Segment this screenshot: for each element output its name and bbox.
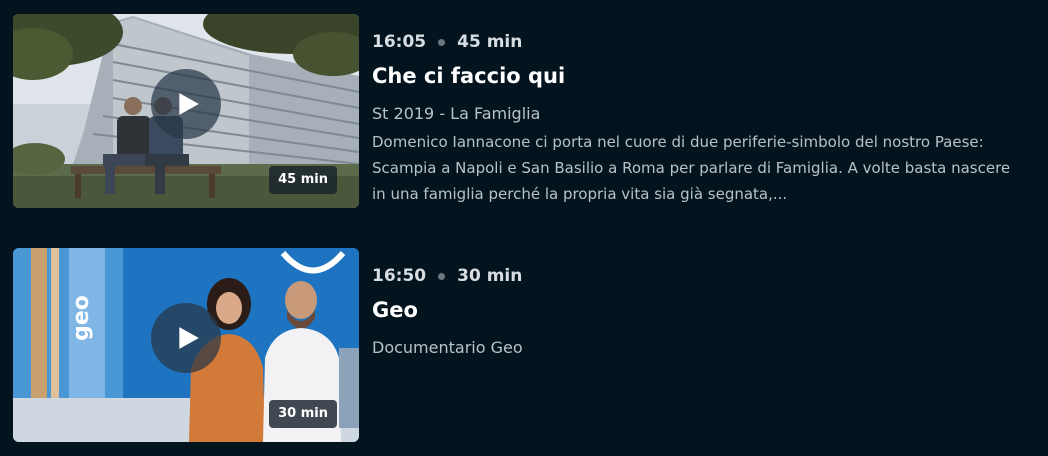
program-thumbnail[interactable]: geo 30 min	[13, 248, 359, 442]
program-subtitle: Documentario Geo	[372, 338, 523, 357]
program-title[interactable]: Geo	[372, 295, 1032, 325]
program-meta: 16:05 45 min	[372, 30, 1032, 54]
program-duration: 30 min	[457, 266, 523, 286]
program-item[interactable]: geo 30 min 16:50 30 min Geo Documentario…	[13, 248, 1033, 442]
play-button[interactable]	[151, 303, 221, 373]
program-list: 45 min 16:05 45 min Che ci faccio qui St…	[0, 0, 1048, 456]
program-description: Domenico Iannacone ci porta nel cuore di…	[372, 133, 1011, 203]
separator-dot	[438, 38, 446, 46]
program-meta: 16:50 30 min	[372, 264, 1032, 288]
duration-badge: 45 min	[269, 166, 337, 194]
duration-badge: 30 min	[269, 400, 337, 428]
play-icon	[179, 327, 199, 349]
program-info: 16:50 30 min Geo Documentario Geo	[372, 264, 1032, 359]
program-item[interactable]: 45 min 16:05 45 min Che ci faccio qui St…	[13, 14, 1033, 208]
program-time: 16:50	[372, 266, 427, 286]
program-thumbnail[interactable]: 45 min	[13, 14, 359, 208]
program-subtitle: St 2019 - La Famiglia	[372, 104, 541, 123]
play-icon	[179, 93, 199, 115]
svg-text:geo: geo	[75, 295, 94, 341]
program-time: 16:05	[372, 32, 427, 52]
play-button[interactable]	[151, 69, 221, 139]
program-title[interactable]: Che ci faccio qui	[372, 61, 1032, 91]
program-info: 16:05 45 min Che ci faccio qui St 2019 -…	[372, 30, 1032, 207]
program-duration: 45 min	[457, 32, 523, 52]
separator-dot	[438, 272, 446, 280]
geo-logo-vertical: geo	[75, 295, 94, 341]
